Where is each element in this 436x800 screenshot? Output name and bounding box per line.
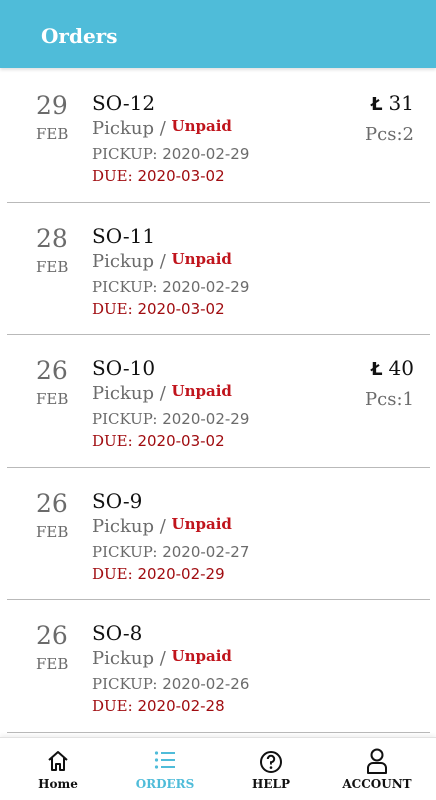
order-day: 28: [36, 223, 68, 253]
due-label: DUE:: [92, 432, 133, 450]
piece-count: Pcs:2: [365, 124, 414, 145]
status-badge: Unpaid: [171, 249, 232, 268]
due-date: 2020-03-02: [137, 167, 225, 185]
order-row[interactable]: 26 FEB SO-8 Pickup / Unpaid PICKUP: 2020…: [0, 600, 436, 733]
status-badge: Unpaid: [171, 647, 232, 665]
separator: /: [159, 383, 166, 404]
home-icon: [47, 750, 69, 776]
nav-account[interactable]: ACCOUNT: [333, 738, 421, 800]
pickup-label: PICKUP:: [92, 277, 158, 296]
status-badge: Unpaid: [171, 382, 232, 400]
due-label: DUE:: [92, 697, 133, 715]
pickup-date: 2020-02-29: [162, 145, 250, 163]
order-row[interactable]: 29 FEB SO-12 Pickup / Unpaid PICKUP: 202…: [0, 70, 436, 203]
due-date: 2020-02-29: [137, 564, 225, 583]
nav-help-label: HELP: [252, 777, 290, 791]
due-date-line: DUE: 2020-02-28: [92, 699, 225, 714]
order-type-line: Pickup / Unpaid: [92, 647, 232, 669]
piece-count: Pcs:1: [365, 389, 414, 410]
order-id: SO-8: [92, 621, 143, 645]
nav-home[interactable]: Home: [14, 738, 102, 800]
order-day: 26: [36, 488, 68, 518]
pickup-label: PICKUP:: [92, 145, 158, 163]
separator: /: [159, 515, 166, 537]
order-list[interactable]: 29 FEB SO-12 Pickup / Unpaid PICKUP: 202…: [0, 70, 436, 733]
order-type-line: Pickup / Unpaid: [92, 117, 232, 139]
due-label: DUE:: [92, 167, 133, 185]
order-row[interactable]: 26 FEB SO-9 Pickup / Unpaid PICKUP: 2020…: [0, 468, 436, 601]
separator: /: [159, 118, 166, 139]
order-type-line: Pickup / Unpaid: [92, 514, 232, 537]
order-type: Pickup: [92, 118, 154, 139]
currency-symbol: Ł: [370, 359, 383, 380]
separator: /: [159, 250, 166, 272]
due-date: 2020-03-02: [137, 299, 225, 318]
amount-value: 40: [388, 356, 414, 380]
order-row[interactable]: 26 FEB SO-10 Pickup / Unpaid PICKUP: 202…: [0, 335, 436, 468]
due-date-line: DUE: 2020-03-02: [92, 299, 225, 318]
nav-orders-label: ORDERS: [135, 777, 195, 791]
order-month: FEB: [36, 522, 69, 541]
order-type: Pickup: [92, 648, 154, 669]
due-label: DUE:: [92, 299, 133, 318]
order-month: FEB: [36, 257, 69, 276]
currency-symbol: Ł: [370, 94, 383, 115]
order-amount: Ł 31: [371, 93, 414, 114]
order-month: FEB: [36, 655, 69, 673]
order-id: SO-11: [92, 223, 156, 248]
user-icon: [366, 748, 388, 778]
due-date: 2020-02-28: [137, 697, 225, 715]
pickup-label: PICKUP:: [92, 675, 158, 693]
pickup-label: PICKUP:: [92, 542, 158, 561]
order-type: Pickup: [92, 515, 154, 537]
list-icon: [154, 750, 176, 774]
order-month: FEB: [36, 125, 69, 143]
order-id: SO-10: [92, 356, 156, 380]
nav-help[interactable]: HELP: [227, 738, 315, 800]
page-title: Orders: [41, 24, 118, 48]
order-type: Pickup: [92, 383, 154, 404]
pickup-date-line: PICKUP: 2020-02-26: [92, 677, 249, 692]
nav-orders[interactable]: ORDERS: [121, 738, 209, 800]
nav-home-label: Home: [38, 777, 78, 791]
due-date: 2020-03-02: [137, 432, 225, 450]
order-id: SO-12: [92, 91, 156, 115]
separator: /: [159, 648, 166, 669]
pickup-date: 2020-02-29: [162, 410, 250, 428]
order-id: SO-9: [92, 488, 143, 513]
pickup-date: 2020-02-27: [162, 542, 250, 561]
app-header: Orders: [0, 0, 436, 68]
order-type-line: Pickup / Unpaid: [92, 249, 232, 272]
amount-value: 31: [388, 91, 414, 115]
bottom-nav: Home ORDERS HELP ACCOUNT: [0, 737, 436, 800]
order-day: 26: [36, 621, 68, 650]
pickup-date: 2020-02-26: [162, 675, 250, 693]
order-month: FEB: [36, 390, 69, 408]
status-badge: Unpaid: [171, 514, 232, 533]
status-badge: Unpaid: [171, 117, 232, 135]
due-date-line: DUE: 2020-03-02: [92, 434, 225, 449]
pickup-label: PICKUP:: [92, 410, 158, 428]
pickup-date: 2020-02-29: [162, 277, 250, 296]
pickup-date-line: PICKUP: 2020-02-29: [92, 277, 250, 296]
order-row[interactable]: 28 FEB SO-11 Pickup / Unpaid PICKUP: 202…: [0, 203, 436, 336]
order-type: Pickup: [92, 250, 154, 272]
nav-account-label: ACCOUNT: [342, 777, 412, 791]
order-amount: Ł 40: [371, 358, 414, 379]
order-type-line: Pickup / Unpaid: [92, 382, 232, 404]
due-date-line: DUE: 2020-02-29: [92, 564, 225, 583]
due-label: DUE:: [92, 564, 133, 583]
order-day: 29: [36, 91, 68, 120]
pickup-date-line: PICKUP: 2020-02-29: [92, 147, 249, 162]
order-day: 26: [36, 356, 68, 385]
help-circle-icon: [259, 750, 283, 778]
pickup-date-line: PICKUP: 2020-02-27: [92, 542, 250, 561]
due-date-line: DUE: 2020-03-02: [92, 169, 225, 184]
pickup-date-line: PICKUP: 2020-02-29: [92, 412, 249, 427]
